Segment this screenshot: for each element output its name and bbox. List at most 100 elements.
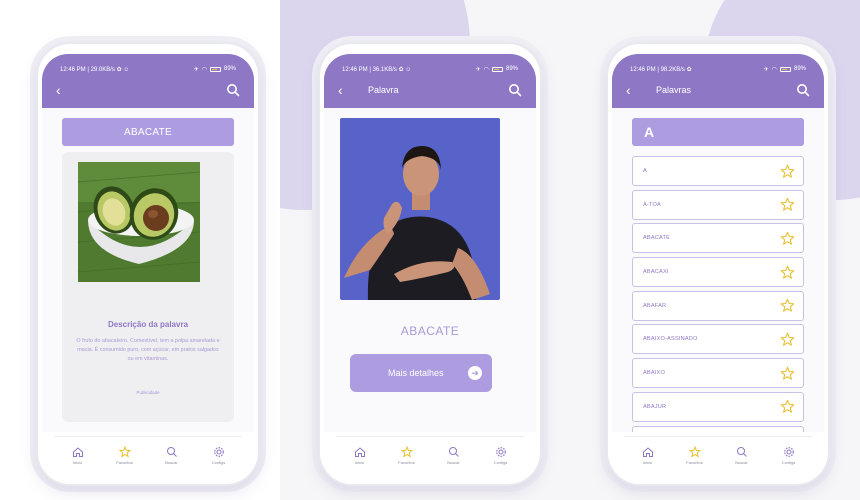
star-icon[interactable] [780,164,795,179]
sign-language-video[interactable] [340,118,500,300]
airplane-icon: ✈ [475,66,481,73]
wifi-icon: ◠ [201,66,207,73]
gear-icon [495,447,506,457]
star-icon [400,446,413,458]
nav-item-buscar[interactable]: Buscar [724,446,760,465]
home-icon [642,447,653,457]
nav-label-buscar: Buscar [447,460,460,465]
avocado-image [78,162,200,282]
screenshot-panel-sign: 12:46 PM | 36.1KB/s ✿ ☺ ✈ ◠ 89% ‹ Palavr… [280,0,574,500]
star-icon[interactable] [780,265,795,280]
word-label: A [643,168,647,174]
word-label: ABACATE [643,235,671,242]
nav-label-buscar: Buscar [165,460,178,465]
word-label: ABAJUR [643,403,667,410]
nav-item-buscar[interactable]: Buscar [154,446,190,465]
word-list[interactable]: A À-TOA ABACATE ABACAXI ABAFAR ABAIXO-AS… [632,156,804,432]
word-label: ABAIXO-ASSINADO [643,336,698,343]
arrow-right-icon: ➜ [468,366,482,380]
list-item[interactable]: À-TOA [632,189,804,220]
letter-header: A [632,118,804,146]
home-icon [72,447,83,457]
description-card: Descrição da palavra O fruto do abacatei… [62,152,234,422]
search-icon [736,447,747,457]
more-details-label: Mais detalhes [388,368,444,378]
list-item-partial[interactable] [632,425,804,432]
word-label: À-TOA [643,201,661,208]
nav-item-inicio[interactable]: Início [342,446,378,465]
battery-percent: 89% [223,66,236,72]
star-icon[interactable] [780,197,795,212]
nav-item-inicio[interactable]: Início [630,446,666,465]
description-text: O fruto do abacateiro. Comestível, tem a… [76,338,220,362]
back-icon[interactable]: ‹ [56,83,74,97]
nav-item-configs[interactable]: Configs [483,446,519,465]
word-title: ABACATE [400,324,460,338]
battery-percent: 89% [793,66,806,72]
list-item[interactable]: ABAFAR [632,290,804,321]
battery-icon [491,66,503,72]
nav-item-configs[interactable]: Configs [201,446,237,465]
list-content: A A À-TOA ABACATE ABACAXI ABAFAR ABAIXO-… [612,108,824,432]
star-icon[interactable] [780,231,795,246]
nav-item-favoritos[interactable]: Favoritos [677,446,713,465]
screenshot-panel-detail: 12:46 PM | 29.0KB/s ✿ ☺ ✈ ◠ 89% ‹ ABACAT… [0,0,280,500]
description-title: Descrição da palavra [107,320,189,329]
screenshot-panel-list: 12:46 PM | 98.2KB/s ✿ ✈ ◠ 89% ‹ Palavras… [574,0,860,500]
star-icon[interactable] [780,399,795,414]
bottom-nav: Início Favoritos Buscar Configs [336,436,524,474]
list-item[interactable]: ABAIXO [632,358,804,389]
bottom-nav: Início Favoritos Buscar Configs [624,436,812,474]
status-time: 12:46 PM | 29.0KB/s [60,66,115,73]
star-icon [118,446,131,458]
gear-icon [783,447,794,457]
word-label: ABAIXO [643,370,666,377]
nav-label-inicio: Início [642,460,653,465]
nav-item-buscar[interactable]: Buscar [436,446,472,465]
gear-icon [213,447,224,457]
bottom-nav: Início Favoritos Buscar Configs [54,436,242,474]
nav-item-favoritos[interactable]: Favoritos [389,446,425,465]
ads-label: Publicidade [136,390,160,395]
back-icon[interactable]: ‹ [338,83,356,97]
status-time: 12:46 PM | 36.1KB/s [342,66,397,73]
nav-label-configs: Configs [211,460,226,465]
back-icon[interactable]: ‹ [626,83,644,97]
nav-item-favoritos[interactable]: Favoritos [107,446,143,465]
search-icon[interactable] [226,83,240,97]
more-details-button[interactable]: Mais detalhes ➜ [350,354,492,392]
nav-bar: ‹ Palavra [338,80,522,100]
list-item[interactable]: ABAIXO-ASSINADO [632,324,804,355]
home-icon [354,447,365,457]
status-notification-icons: ✿ ☺ [116,66,130,73]
status-bar: 12:46 PM | 98.2KB/s ✿ ✈ ◠ 89% [630,64,806,74]
star-icon[interactable] [780,298,795,313]
status-bar: 12:46 PM | 36.1KB/s ✿ ☺ ✈ ◠ 89% [342,64,518,74]
star-icon[interactable] [780,332,795,347]
list-item[interactable]: A [632,156,804,186]
nav-label-favoritos: Favoritos [686,460,703,465]
screen-title: Palavras [656,85,692,95]
app-bar: 12:46 PM | 98.2KB/s ✿ ✈ ◠ 89% ‹ Palavras [612,54,824,108]
status-notification-icons: ✿ ☺ [398,66,412,73]
battery-icon [779,66,791,72]
airplane-icon: ✈ [193,66,199,73]
phone-frame: 12:46 PM | 98.2KB/s ✿ ✈ ◠ 89% ‹ Palavras… [606,42,830,486]
nav-item-inicio[interactable]: Início [60,446,96,465]
search-icon[interactable] [508,83,522,97]
search-icon[interactable] [796,83,810,97]
nav-item-configs[interactable]: Configs [771,446,807,465]
list-item[interactable]: ABAJUR [632,391,804,422]
airplane-icon: ✈ [763,66,769,73]
list-item[interactable]: ABACATE [632,223,804,254]
battery-percent: 89% [505,66,518,72]
nav-label-inicio: Início [72,460,83,465]
search-icon [166,447,177,457]
nav-label-favoritos: Favoritos [116,460,133,465]
search-icon [448,447,459,457]
nav-label-configs: Configs [781,460,796,465]
list-item[interactable]: ABACAXI [632,257,804,288]
word-label: ABACAXI [643,269,669,276]
nav-label-favoritos: Favoritos [398,460,415,465]
star-icon[interactable] [780,366,795,381]
